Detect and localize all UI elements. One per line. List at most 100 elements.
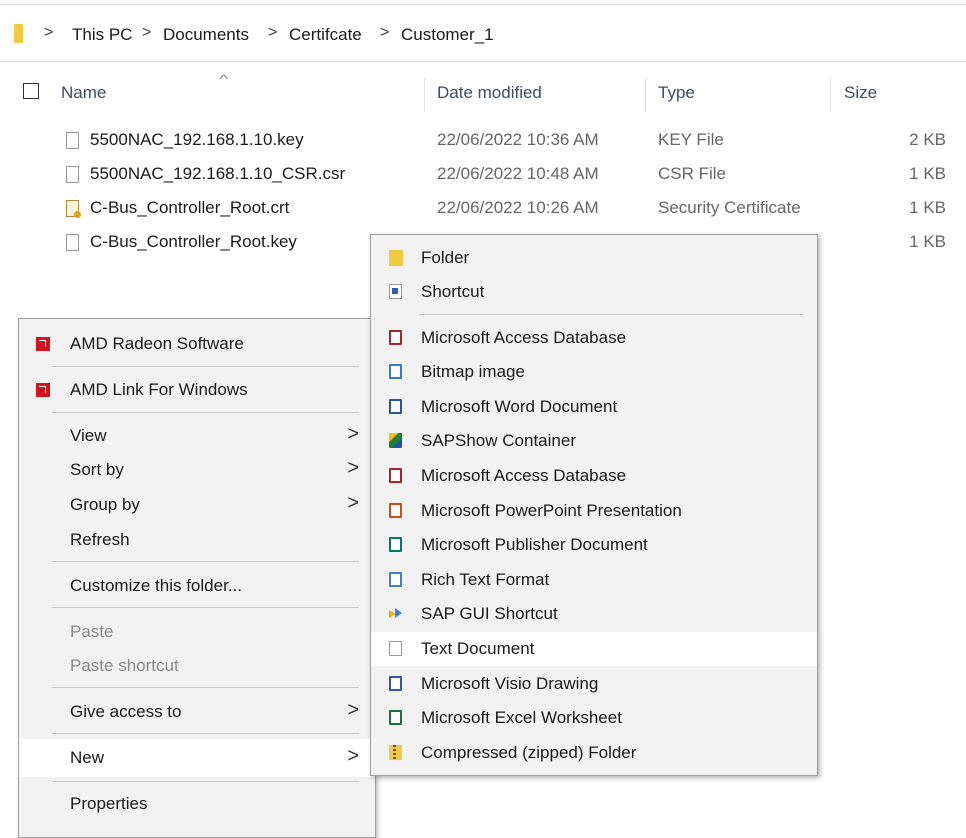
menu-item-new[interactable]: New > [19, 739, 375, 777]
new-item-access-database-2[interactable]: Microsoft Access Database [371, 459, 817, 493]
file-date: 22/06/2022 10:48 AM [437, 164, 599, 183]
sapshow-icon [389, 433, 402, 448]
column-header-date[interactable]: Date modified [437, 83, 542, 103]
file-row[interactable]: 5500NAC_192.168.1.10_CSR.csr 22/06/2022 … [0, 160, 966, 194]
new-item-text-document[interactable]: Text Document [371, 632, 817, 666]
menu-item-label: Text Document [421, 639, 535, 658]
file-row[interactable]: C-Bus_Controller_Root.crt 22/06/2022 10:… [0, 194, 966, 228]
bitmap-icon [389, 364, 402, 379]
file-name: C-Bus_Controller_Root.crt [90, 198, 290, 217]
menu-item-label: Refresh [70, 530, 130, 549]
menu-item-refresh[interactable]: Refresh [19, 523, 375, 557]
new-item-publisher[interactable]: Microsoft Publisher Document [371, 528, 817, 562]
new-item-excel[interactable]: Microsoft Excel Worksheet [371, 701, 817, 735]
new-item-word[interactable]: Microsoft Word Document [371, 390, 817, 424]
file-row[interactable]: 5500NAC_192.168.1.10.key 22/06/2022 10:3… [0, 126, 966, 160]
menu-item-label: Microsoft Access Database [421, 328, 627, 347]
menu-item-label: Customize this folder... [70, 576, 242, 595]
menu-separator [52, 781, 359, 782]
file-icon [66, 132, 79, 149]
file-type: KEY File [658, 130, 724, 149]
powerpoint-icon [389, 503, 402, 518]
menu-item-give-access[interactable]: Give access to > [19, 695, 375, 729]
breadcrumb-separator-icon: > [44, 24, 54, 41]
new-submenu: Folder Shortcut Microsoft Access Databas… [370, 234, 818, 776]
menu-item-label: View [70, 426, 107, 445]
breadcrumb-this-pc[interactable]: This PC [72, 25, 132, 45]
new-item-bitmap[interactable]: Bitmap image [371, 355, 817, 389]
sort-ascending-icon: ^ [219, 72, 229, 86]
menu-item-group-by[interactable]: Group by > [19, 488, 375, 522]
new-item-zip-folder[interactable]: Compressed (zipped) Folder [371, 736, 817, 770]
file-date: 22/06/2022 10:36 AM [437, 130, 599, 149]
column-header-size[interactable]: Size [844, 83, 877, 103]
menu-item-label: Properties [70, 794, 148, 813]
new-item-sapshow[interactable]: SAPShow Container [371, 424, 817, 458]
column-divider[interactable] [830, 78, 831, 112]
amd-icon [36, 383, 50, 397]
menu-item-label: Compressed (zipped) Folder [421, 743, 637, 762]
menu-item-label: Microsoft Word Document [421, 397, 618, 416]
menu-item-sort-by[interactable]: Sort by > [19, 453, 375, 487]
menu-separator [419, 314, 803, 315]
menu-item-label: Microsoft PowerPoint Presentation [421, 501, 682, 520]
column-header-type[interactable]: Type [658, 83, 695, 103]
menu-item-paste[interactable]: Paste [19, 615, 375, 649]
new-item-sap-gui[interactable]: SAP GUI Shortcut [371, 597, 817, 631]
menu-item-label: Shortcut [421, 282, 485, 301]
menu-item-label: Paste [70, 622, 114, 641]
chevron-right-icon: > [347, 423, 359, 445]
menu-separator [52, 733, 359, 734]
amd-icon [36, 337, 50, 351]
menu-item-view[interactable]: View > [19, 419, 375, 453]
menu-item-label: SAPShow Container [421, 431, 576, 450]
breadcrumb-separator-icon: > [268, 24, 278, 41]
menu-item-properties[interactable]: Properties [19, 787, 375, 821]
new-item-access-database[interactable]: Microsoft Access Database [371, 321, 817, 355]
shortcut-icon [389, 284, 402, 299]
rtf-icon [389, 572, 402, 587]
breadcrumb-documents[interactable]: Documents [163, 25, 249, 45]
text-document-icon [389, 641, 402, 656]
new-item-folder[interactable]: Folder [371, 241, 817, 275]
menu-item-label: Microsoft Excel Worksheet [421, 708, 622, 727]
menu-item-paste-shortcut[interactable]: Paste shortcut [19, 649, 375, 683]
file-size: 1 KB [909, 198, 946, 217]
menu-separator [52, 412, 359, 413]
new-item-shortcut[interactable]: Shortcut [371, 275, 817, 309]
new-item-rtf[interactable]: Rich Text Format [371, 563, 817, 597]
folder-icon [389, 250, 403, 266]
chevron-right-icon: > [347, 492, 359, 514]
publisher-icon [389, 537, 402, 552]
chevron-right-icon: > [347, 699, 359, 721]
address-bar[interactable]: > This PC > Documents > Certifcate > Cus… [0, 4, 966, 62]
file-name: 5500NAC_192.168.1.10.key [90, 130, 304, 149]
breadcrumb-customer-1[interactable]: Customer_1 [401, 25, 494, 45]
context-menu: AMD Radeon Software AMD Link For Windows… [18, 318, 376, 838]
menu-item-customize-folder[interactable]: Customize this folder... [19, 569, 375, 603]
sap-gui-icon [389, 606, 402, 621]
file-type: Security Certificate [658, 198, 801, 217]
menu-item-amd-radeon[interactable]: AMD Radeon Software [19, 327, 375, 361]
menu-item-label: New [70, 748, 105, 767]
breadcrumb-separator-icon: > [380, 24, 390, 41]
excel-icon [389, 710, 402, 725]
new-item-visio[interactable]: Microsoft Visio Drawing [371, 667, 817, 701]
folder-icon [14, 24, 23, 43]
file-size: 1 KB [909, 232, 946, 251]
file-type: CSR File [658, 164, 727, 183]
menu-item-amd-link[interactable]: AMD Link For Windows [19, 373, 375, 407]
file-name: C-Bus_Controller_Root.key [90, 232, 297, 251]
access-icon [389, 330, 402, 345]
column-divider[interactable] [645, 78, 646, 112]
select-all-checkbox[interactable] [23, 83, 39, 99]
new-item-powerpoint[interactable]: Microsoft PowerPoint Presentation [371, 494, 817, 528]
menu-item-label: Folder [421, 248, 470, 267]
menu-item-label: Paste shortcut [70, 656, 179, 675]
breadcrumb-certifcate[interactable]: Certifcate [289, 25, 362, 45]
column-header-name[interactable]: Name [61, 83, 106, 103]
menu-item-label: Rich Text Format [421, 570, 550, 589]
column-divider[interactable] [424, 78, 425, 112]
menu-separator [52, 366, 359, 367]
menu-item-label: Sort by [70, 460, 124, 479]
